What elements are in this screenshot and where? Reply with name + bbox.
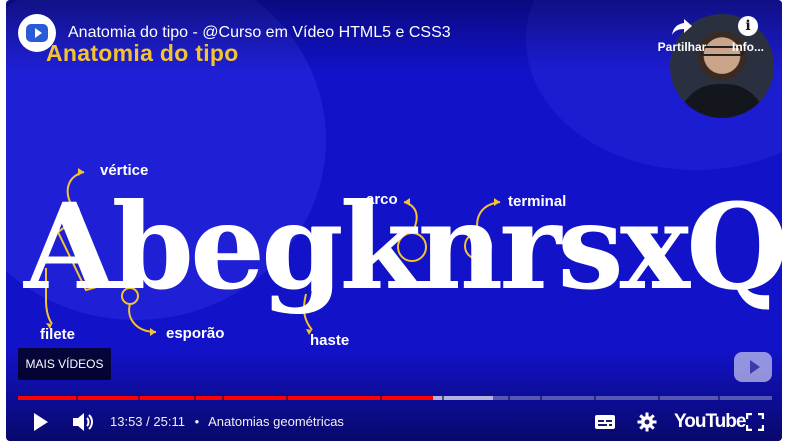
fullscreen-button[interactable] <box>742 404 768 440</box>
progress-bar[interactable] <box>18 396 772 400</box>
video-title[interactable]: Anatomia do tipo - @Curso em Vídeo HTML5… <box>68 24 451 42</box>
mute-button[interactable] <box>68 404 98 440</box>
share-icon <box>672 19 692 35</box>
youtube-logo[interactable]: YouTube <box>674 411 746 433</box>
label-haste: haste <box>310 332 350 349</box>
subtitles-button[interactable] <box>590 404 620 440</box>
time-display: 13:53 / 25:11 • Anatomias geométricas <box>110 414 344 429</box>
settings-button[interactable] <box>632 404 662 440</box>
subtitles-icon <box>595 415 615 429</box>
control-bar: 13:53 / 25:11 • Anatomias geométricas Yo… <box>6 404 782 441</box>
volume-icon <box>73 413 93 431</box>
label-terminal: terminal <box>508 193 567 210</box>
play-icon <box>34 413 48 431</box>
more-videos-button[interactable]: MAIS VÍDEOS <box>18 348 111 380</box>
info-label: Info... <box>732 40 764 54</box>
channel-watermark-icon[interactable] <box>734 352 772 382</box>
gear-icon <box>637 412 657 432</box>
label-vertice: vértice <box>100 162 149 179</box>
label-arco: arco <box>366 191 398 208</box>
play-button[interactable] <box>26 404 56 440</box>
share-button[interactable]: Partilhar <box>654 16 710 54</box>
channel-avatar[interactable] <box>18 14 56 52</box>
fullscreen-icon <box>746 413 764 431</box>
label-filete: filete <box>40 326 76 343</box>
specimen-letters: AbegknrsxQ <box>24 177 782 316</box>
chapter-title[interactable]: Anatomias geométricas <box>208 414 344 429</box>
share-label: Partilhar <box>657 40 707 54</box>
current-time: 13:53 <box>110 414 143 429</box>
duration: 25:11 <box>153 414 185 429</box>
info-button[interactable]: i Info... <box>724 16 772 54</box>
info-icon: i <box>738 16 758 36</box>
label-esporao: esporão <box>166 325 225 342</box>
channel-logo-icon <box>26 24 48 42</box>
video-player[interactable]: Anatomia do tipo AbegknrsxQ vértice file… <box>6 0 782 441</box>
played-bar <box>18 396 434 400</box>
